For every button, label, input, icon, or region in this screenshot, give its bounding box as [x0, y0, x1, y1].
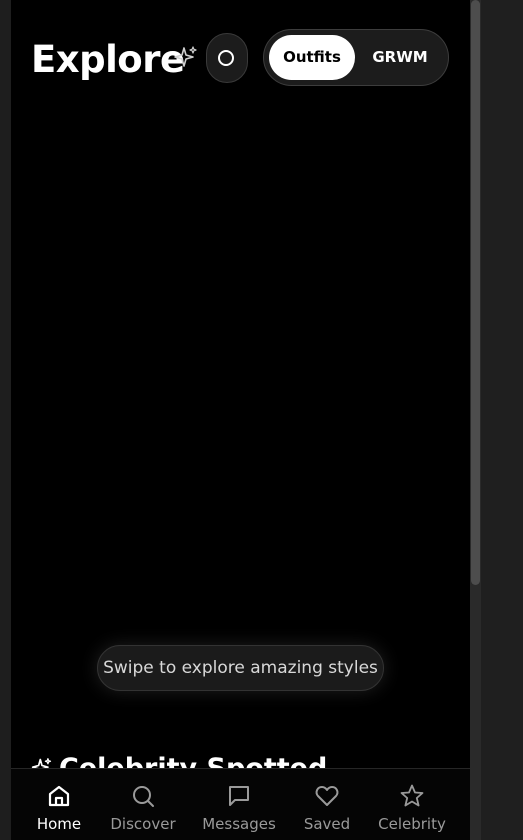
camera-toggle-button[interactable] [206, 33, 248, 83]
explore-screen: Explore Outfits GRWM Swipe to explore am… [11, 0, 470, 840]
scrollbar[interactable] [470, 0, 481, 840]
message-icon [229, 786, 249, 806]
window-gutter-left [0, 0, 11, 840]
tab-saved[interactable]: Saved [281, 783, 373, 833]
tab-label: Home [36, 815, 82, 833]
circle-icon [218, 50, 234, 66]
toggle-grwm[interactable]: GRWM [360, 35, 440, 80]
tab-discover[interactable]: Discover [97, 783, 189, 833]
search-icon [133, 786, 154, 807]
swipe-hint: Swipe to explore amazing styles [97, 645, 384, 691]
star-icon [400, 784, 424, 807]
tab-label: Messages [202, 815, 276, 833]
window-gutter-right [481, 0, 523, 840]
tab-label: Discover [110, 815, 176, 833]
home-icon [48, 785, 70, 807]
heart-icon [315, 786, 339, 806]
tab-label: Saved [303, 815, 351, 833]
tab-messages[interactable]: Messages [193, 783, 285, 833]
mode-toggle: Outfits GRWM [263, 29, 449, 86]
page-title: Explore [31, 38, 185, 81]
toggle-outfits[interactable]: Outfits [269, 35, 355, 80]
bottom-tab-bar: Home Discover Messages Saved Celebrity [11, 768, 470, 840]
sparkle-icon [174, 46, 197, 67]
tab-home[interactable]: Home [13, 783, 105, 833]
scrollbar-thumb[interactable] [471, 0, 480, 585]
tab-celebrity[interactable]: Celebrity [366, 783, 458, 833]
tab-label: Celebrity [378, 815, 446, 833]
